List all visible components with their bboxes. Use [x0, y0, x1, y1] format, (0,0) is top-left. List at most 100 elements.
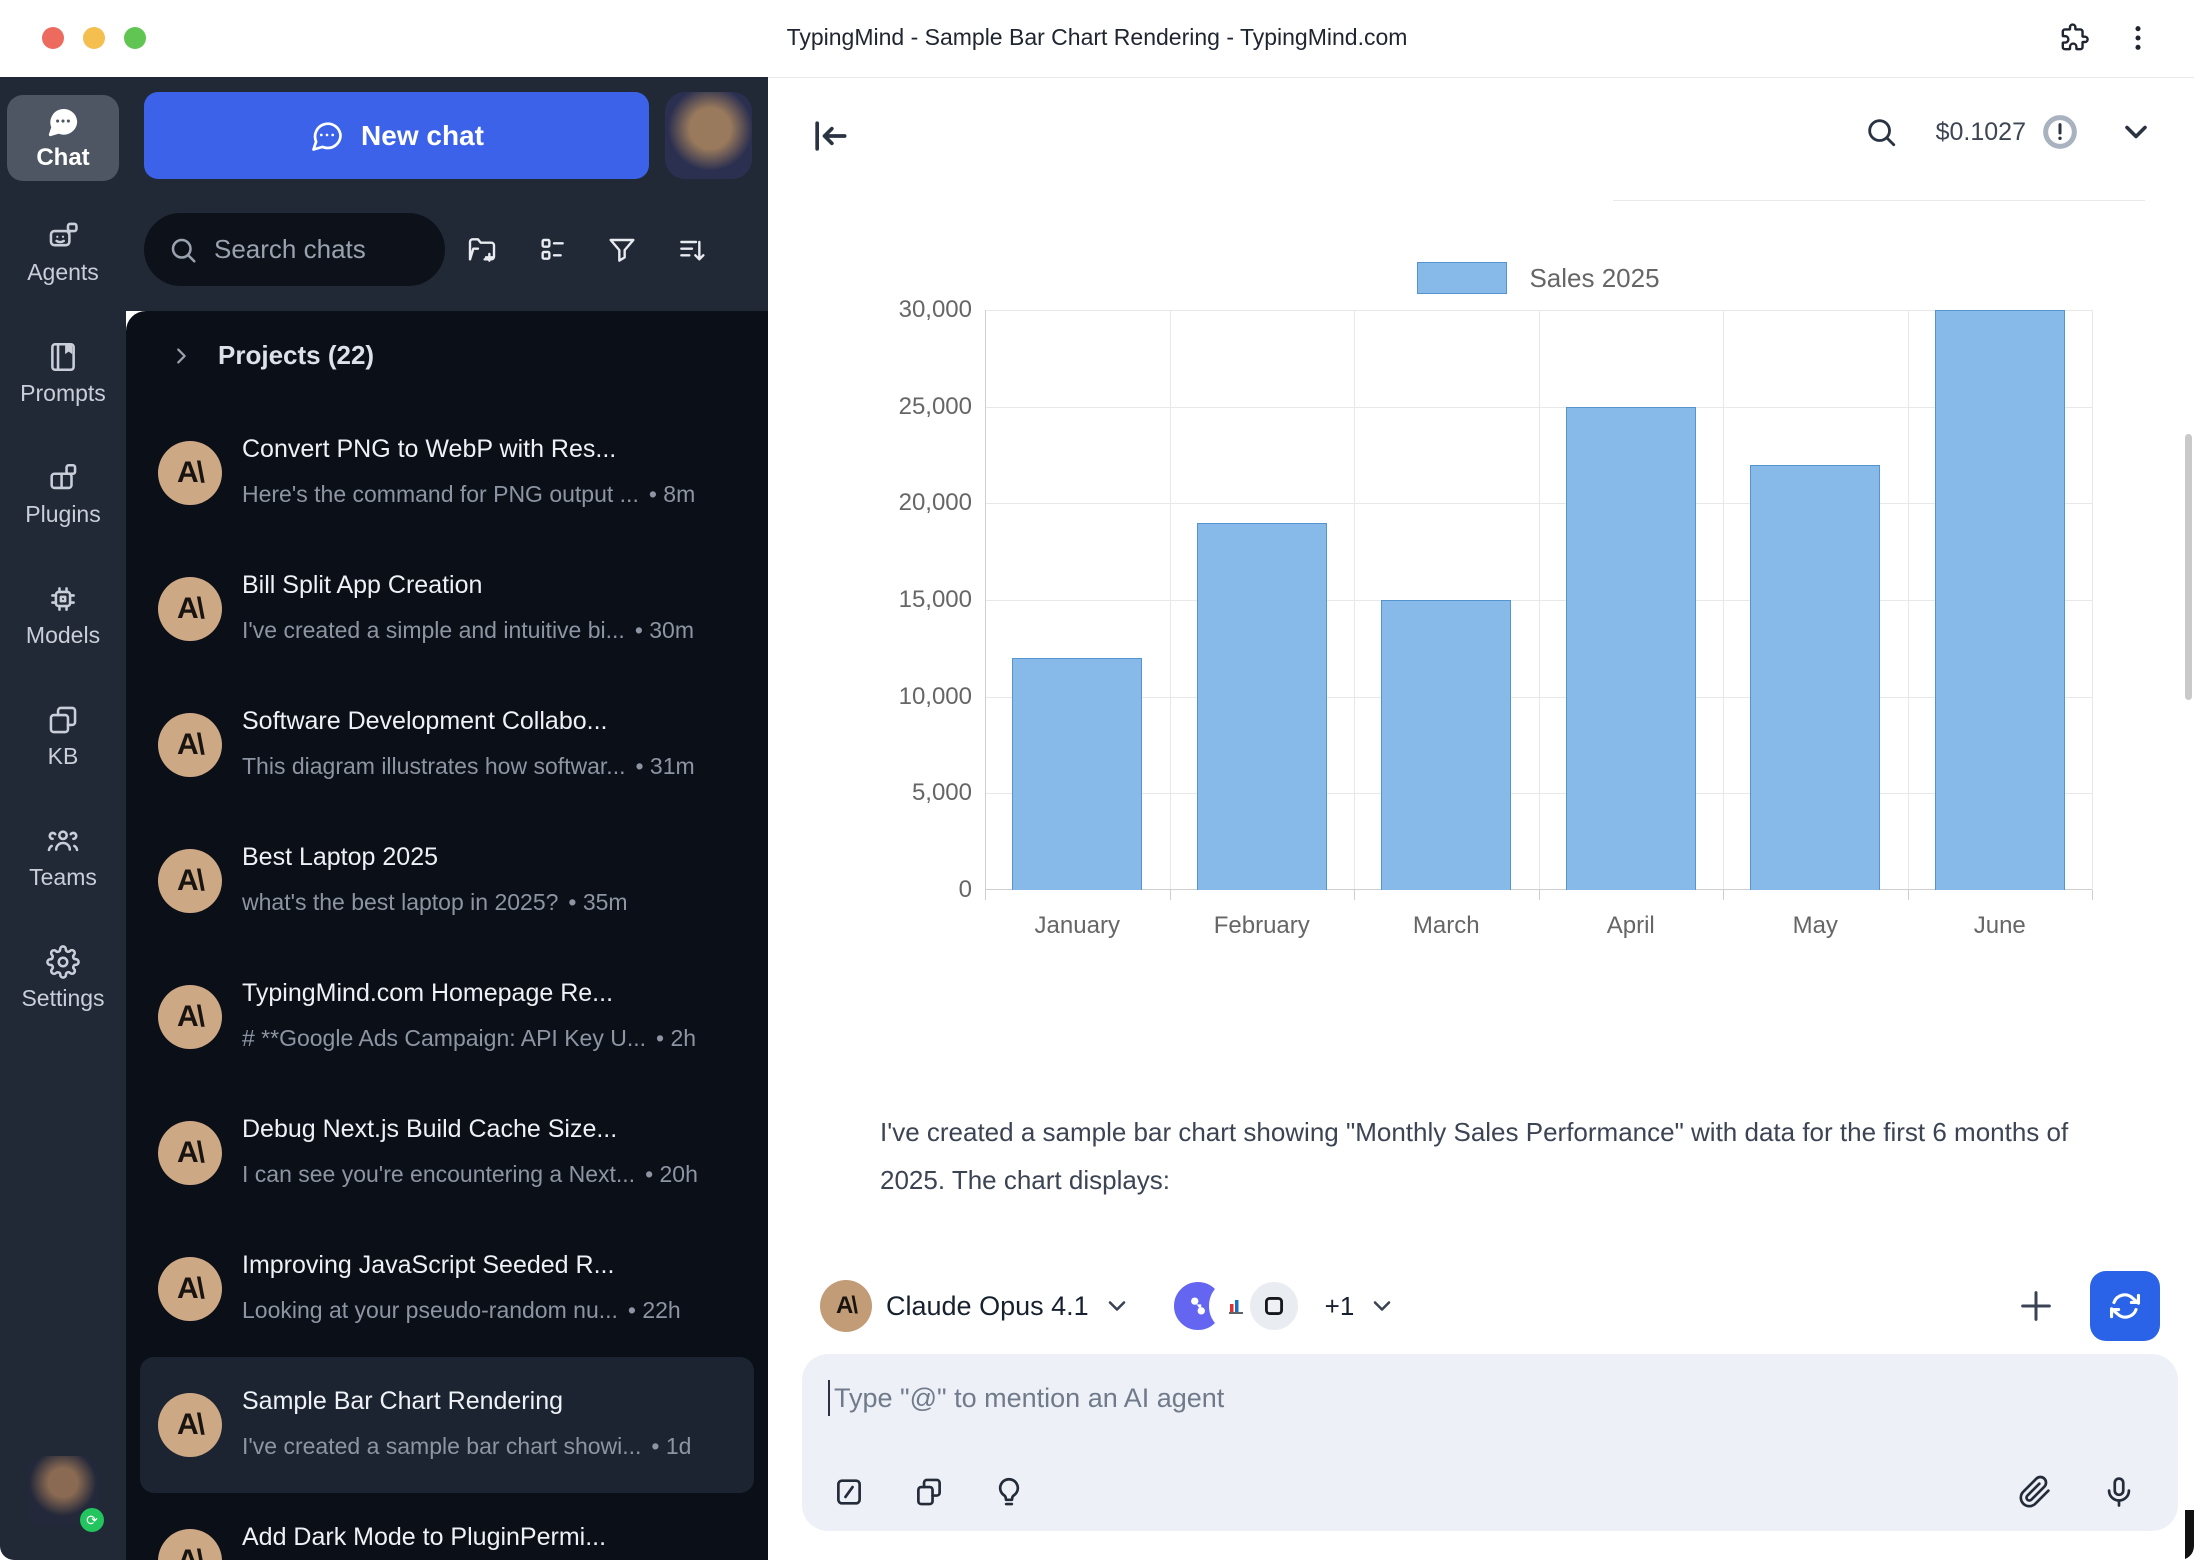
chat-list-panel: Projects (22) A\ Convert PNG to WebP with…: [126, 311, 768, 1560]
assistant-message: I've created a sample bar chart showing …: [880, 1108, 2120, 1204]
model-selector[interactable]: Claude Opus 4.1: [886, 1291, 1089, 1322]
user-profile-avatar[interactable]: ⟳: [28, 1456, 98, 1526]
axis-tick: [1170, 890, 1171, 900]
sidebar-header: New chat Search chats: [126, 77, 768, 311]
new-chat-button[interactable]: New chat: [144, 92, 649, 179]
search-icon: [168, 235, 198, 265]
scroll-down-icon[interactable]: [2118, 114, 2154, 150]
chat-subtitle: This diagram illustrates how softwar...: [242, 753, 625, 780]
chat-timestamp: • 30m: [635, 617, 694, 644]
chat-timestamp: • 2h: [656, 1025, 696, 1052]
attach-file-icon[interactable]: [2018, 1475, 2052, 1509]
x-axis-tick-label: March: [1413, 912, 1480, 940]
y-axis-tick-label: 20,000: [899, 489, 972, 517]
sidebar-item-label: Agents: [27, 259, 99, 286]
sidebar-item-agents[interactable]: Agents: [0, 219, 126, 286]
message-input[interactable]: Type "@" to mention an AI agent: [802, 1354, 2178, 1531]
chat-list-item[interactable]: A\Convert PNG to WebP with Res...Here's …: [140, 405, 754, 541]
chat-list-item[interactable]: A\Debug Next.js Build Cache Size...I can…: [140, 1085, 754, 1221]
scrollbar-thumb[interactable]: [2185, 434, 2192, 700]
bar-june[interactable]: [1935, 310, 2065, 890]
prompt-library-icon[interactable]: [912, 1475, 946, 1509]
settings-icon: [46, 945, 80, 979]
sidebar-item-prompts[interactable]: Prompts: [0, 340, 126, 407]
chat-subtitle: Looking at your pseudo-random nu...: [242, 1297, 618, 1324]
chat-subtitle: I've created a simple and intuitive bi..…: [242, 617, 625, 644]
chat-title: Sample Bar Chart Rendering: [242, 1387, 728, 1416]
sidebar-item-models[interactable]: Models: [0, 582, 126, 649]
chat-bubble-icon: [309, 118, 345, 154]
refresh-icon: [2108, 1289, 2142, 1323]
sidebar-item-label: Plugins: [25, 501, 100, 528]
regenerate-button[interactable]: [2090, 1271, 2160, 1341]
projects-label: Projects (22): [218, 340, 374, 371]
sidebar-item-label: KB: [48, 743, 79, 770]
sort-icon[interactable]: [676, 234, 708, 266]
suggestions-icon[interactable]: [992, 1475, 1026, 1509]
bar-january[interactable]: [1012, 658, 1142, 890]
anthropic-avatar: A\: [158, 441, 222, 505]
sidebar-item-plugins[interactable]: Plugins: [0, 461, 126, 528]
search-conversation-icon[interactable]: [1864, 115, 1898, 149]
sidebar-item-settings[interactable]: Settings: [0, 945, 126, 1012]
list-view-icon[interactable]: [536, 234, 568, 266]
prompts-icon: [46, 340, 80, 374]
chat-list-item[interactable]: A\Best Laptop 2025what's the best laptop…: [140, 813, 754, 949]
sidebar-item-chat[interactable]: Chat: [7, 95, 119, 181]
sidebar-item-teams[interactable]: Teams: [0, 824, 126, 891]
chat-list-item[interactable]: A\Bill Split App CreationI've created a …: [140, 541, 754, 677]
extensions-icon[interactable]: [2058, 22, 2090, 54]
chat-title: Debug Next.js Build Cache Size...: [242, 1115, 728, 1144]
app-window: TypingMind - Sample Bar Chart Rendering …: [0, 0, 2194, 1560]
x-axis-tick-label: February: [1214, 912, 1310, 940]
chat-list-item[interactable]: A\Add Dark Mode to PluginPermi...: [140, 1493, 754, 1560]
sidebar-item-kb[interactable]: KB: [0, 703, 126, 770]
browser-menu-icon[interactable]: [2122, 22, 2154, 54]
gridline: [2092, 310, 2093, 890]
chevron-down-icon[interactable]: [1103, 1292, 1131, 1320]
chat-list-item[interactable]: A\TypingMind.com Homepage Re...# **Googl…: [140, 949, 754, 1085]
bar-may[interactable]: [1750, 465, 1880, 890]
gridline: [1170, 310, 1171, 890]
cost-indicator[interactable]: $0.1027: [1936, 112, 2080, 152]
add-attachment-button[interactable]: [2016, 1286, 2056, 1326]
y-axis-tick-label: 15,000: [899, 586, 972, 614]
collapse-sidebar-icon[interactable]: [808, 114, 852, 158]
cost-warning-icon: [2040, 112, 2080, 152]
anthropic-avatar: A\: [158, 1257, 222, 1321]
anthropic-avatar: A\: [158, 1393, 222, 1457]
chevron-down-icon[interactable]: [1368, 1292, 1396, 1320]
slash-command-icon[interactable]: [832, 1475, 866, 1509]
scrollbar-corner: [2185, 1510, 2194, 1560]
plugins-more-count: +1: [1325, 1291, 1355, 1322]
chat-list-item[interactable]: A\ Improving JavaScript Seeded R... Lookin…: [140, 1221, 754, 1357]
bar-february[interactable]: [1197, 523, 1327, 890]
chat-title: Convert PNG to WebP with Res...: [242, 435, 728, 464]
filter-icon[interactable]: [606, 234, 638, 266]
chat-title: Software Development Collabo...: [242, 707, 728, 736]
chat-timestamp: • 20h: [645, 1161, 698, 1188]
search-placeholder: Search chats: [214, 234, 366, 265]
search-chats-input[interactable]: Search chats: [144, 213, 445, 286]
chat-list-item[interactable]: A\Software Development Collabo...This di…: [140, 677, 754, 813]
composer-toolbar: A\ Claude Opus 4.1 +1: [820, 1271, 1396, 1341]
bar-chart: 30,00025,00020,00015,00010,0005,0000Janu…: [985, 310, 2092, 890]
chat-list-item[interactable]: A\Sample Bar Chart RenderingI've created…: [140, 1357, 754, 1493]
chat-title: TypingMind.com Homepage Re...: [242, 979, 728, 1008]
microphone-icon[interactable]: [2102, 1475, 2136, 1509]
chat-list: A\Convert PNG to WebP with Res...Here's …: [126, 405, 768, 1560]
bar-march[interactable]: [1381, 600, 1511, 890]
bar-april[interactable]: [1566, 407, 1696, 890]
gridline: [1354, 310, 1355, 890]
y-axis-tick-label: 5,000: [912, 779, 972, 807]
account-avatar[interactable]: [665, 92, 752, 179]
y-axis-tick-label: 25,000: [899, 393, 972, 421]
plugins-selector[interactable]: [1171, 1279, 1301, 1333]
projects-toggle[interactable]: Projects (22): [170, 340, 374, 371]
chat-icon: [46, 105, 80, 139]
chart-legend[interactable]: Sales 2025: [985, 262, 2092, 294]
new-folder-icon[interactable]: [466, 234, 498, 266]
legend-swatch: [1417, 262, 1507, 294]
chat-timestamp: • 22h: [628, 1297, 681, 1324]
chat-title: Improving JavaScript Seeded R...: [242, 1251, 728, 1280]
